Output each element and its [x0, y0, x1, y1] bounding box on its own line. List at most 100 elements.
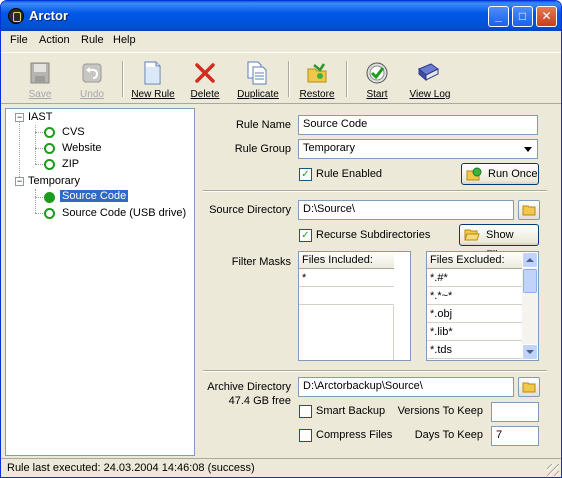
tree-line	[35, 132, 43, 133]
list-item[interactable]: *.tds	[427, 342, 522, 359]
tree-item-zip[interactable]: ZIP	[62, 158, 79, 170]
undo-label: Undo	[80, 89, 104, 100]
versions-to-keep-input[interactable]	[491, 402, 539, 422]
close-icon: ✕	[541, 9, 552, 23]
minimize-icon: _	[495, 9, 502, 23]
start-button[interactable]: Start	[353, 59, 401, 101]
rule-name-label: Rule Name	[235, 119, 291, 131]
chevron-down-icon[interactable]	[520, 140, 537, 158]
list-item[interactable]: *.*~*	[427, 288, 522, 305]
tree-line	[35, 125, 36, 164]
start-label: Start	[366, 89, 388, 100]
files-included-list[interactable]: Files Included: *	[298, 251, 411, 361]
folder-icon	[522, 382, 536, 393]
delete-icon	[195, 63, 215, 83]
rule-status-icon	[44, 208, 55, 219]
list-item[interactable]: *.#*	[427, 270, 522, 287]
rule-enabled-label: Rule Enabled	[316, 168, 383, 180]
expand-toggle-temporary[interactable]: −	[15, 177, 24, 186]
resize-grip-icon[interactable]	[547, 464, 559, 476]
new-rule-button[interactable]: New Rule	[128, 59, 178, 101]
versions-to-keep-label: Versions To Keep	[397, 405, 483, 417]
rule-tree[interactable]: − IAST CVS Website ZIP − Temporary Sourc…	[5, 108, 195, 456]
days-to-keep-input[interactable]: 7	[491, 426, 539, 446]
check-icon: ✓	[301, 230, 310, 241]
run-once-label: Run Once	[488, 168, 538, 180]
tree-group-temporary[interactable]: Temporary	[28, 175, 80, 187]
list-item[interactable]: *.lib*	[427, 324, 522, 341]
window-title: Arctor	[29, 8, 69, 23]
save-button[interactable]: Save	[16, 59, 64, 101]
maximize-button[interactable]: □	[512, 6, 533, 27]
delete-button[interactable]: Delete	[181, 59, 229, 101]
tree-line	[19, 121, 20, 181]
toolbar-separator	[122, 61, 124, 97]
tree-line	[35, 197, 43, 198]
days-to-keep-label: Days To Keep	[414, 429, 483, 441]
minus-icon: −	[16, 112, 23, 122]
minimize-button[interactable]: _	[488, 6, 509, 27]
files-included-header: Files Included:	[299, 252, 394, 269]
menu-rule[interactable]: Rule	[81, 34, 104, 46]
smart-backup-checkbox[interactable]	[299, 405, 312, 418]
duplicate-button[interactable]: Duplicate	[233, 59, 283, 101]
restore-button[interactable]: Restore	[293, 59, 341, 101]
restore-icon	[307, 63, 327, 83]
toolbar-separator	[346, 61, 348, 97]
rule-details-panel: Rule Name Source Code Rule Group Tempora…	[199, 108, 555, 456]
minus-icon: −	[16, 176, 23, 186]
toolbar-separator	[288, 61, 290, 97]
browse-archive-button[interactable]	[518, 377, 540, 397]
title-bar[interactable]: Arctor _ □ ✕	[1, 1, 561, 31]
list-item[interactable]: *	[299, 270, 394, 287]
menu-file[interactable]: File	[10, 34, 28, 46]
menu-help[interactable]: Help	[113, 34, 136, 46]
separator	[203, 190, 547, 192]
excluded-scrollbar[interactable]	[522, 252, 538, 360]
rule-name-input[interactable]: Source Code	[298, 115, 538, 135]
check-icon: ✓	[301, 169, 310, 180]
tree-item-source-code-usb[interactable]: Source Code (USB drive)	[62, 207, 186, 219]
list-item[interactable]	[299, 288, 394, 305]
menu-bar: File Action Rule Help	[1, 31, 561, 51]
tree-line	[35, 213, 43, 214]
archive-directory-input[interactable]: D:\Arctorbackup\Source\	[298, 377, 514, 397]
maximize-icon: □	[518, 9, 527, 23]
undo-button[interactable]: Undo	[68, 59, 116, 101]
close-button[interactable]: ✕	[536, 6, 557, 27]
files-excluded-header: Files Excluded:	[427, 252, 522, 269]
list-item[interactable]: *.obj	[427, 306, 522, 323]
tree-line	[35, 148, 43, 149]
scroll-up-icon[interactable]	[522, 252, 538, 268]
tree-line	[35, 189, 36, 213]
duplicate-icon	[247, 61, 267, 85]
tree-item-source-code[interactable]: Source Code	[60, 190, 129, 202]
folder-icon	[522, 205, 536, 216]
view-log-button[interactable]: View Log	[404, 59, 456, 101]
recurse-subdirectories-label: Recurse Subdirectories	[316, 229, 431, 241]
rule-status-icon	[44, 159, 55, 170]
tree-item-cvs[interactable]: CVS	[62, 126, 85, 138]
browse-source-button[interactable]	[518, 200, 540, 220]
scroll-thumb[interactable]	[523, 269, 537, 293]
run-once-button[interactable]: Run Once	[461, 163, 539, 185]
tree-group-iast[interactable]: IAST	[28, 111, 52, 123]
view-log-label: View Log	[409, 89, 451, 100]
recurse-subdirectories-checkbox[interactable]: ✓	[299, 229, 312, 242]
scroll-down-icon[interactable]	[522, 344, 538, 360]
files-excluded-list[interactable]: Files Excluded: *.#* *.*~* *.obj *.lib* …	[426, 251, 539, 361]
list-empty-area	[299, 306, 394, 360]
compress-files-checkbox[interactable]	[299, 429, 312, 442]
tree-item-website[interactable]: Website	[62, 142, 102, 154]
rule-enabled-checkbox[interactable]: ✓	[299, 168, 312, 181]
source-directory-input[interactable]: D:\Source\	[298, 200, 514, 220]
source-directory-label: Source Directory	[209, 204, 291, 216]
free-space-label: 47.4 GB free	[228, 395, 291, 407]
rule-group-select[interactable]: Temporary	[298, 139, 538, 159]
new-rule-label: New Rule	[131, 89, 175, 100]
menu-action[interactable]: Action	[39, 34, 70, 46]
show-files-button[interactable]: Show Files	[459, 224, 539, 261]
expand-toggle-iast[interactable]: −	[15, 113, 24, 122]
rule-group-value: Temporary	[303, 142, 355, 154]
app-icon[interactable]	[8, 8, 24, 24]
